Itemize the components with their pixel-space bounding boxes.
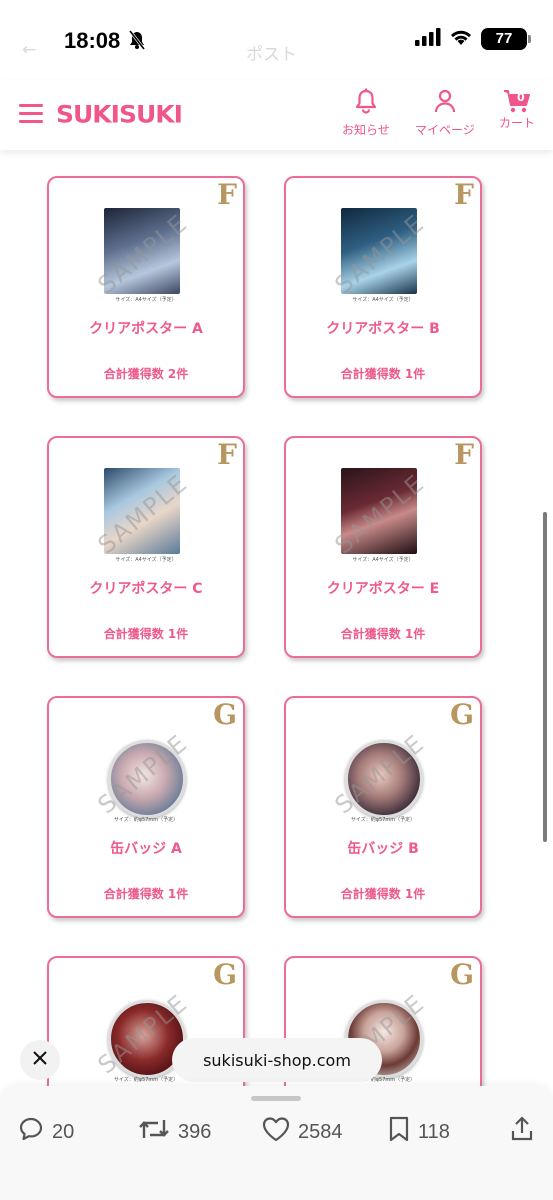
rank-label: G [213,698,237,731]
rank-label: G [450,958,474,991]
person-icon [433,88,457,121]
rank-label: F [454,178,474,211]
repost-count: 396 [178,1120,212,1143]
close-button[interactable] [20,1040,60,1080]
menu-icon[interactable] [19,104,43,124]
bell-icon [354,88,378,121]
product-image [108,740,186,818]
nav-cart[interactable]: 0 カート [499,88,535,131]
product-card[interactable]: F SAMPLE サイズ：A4サイズ（予定） クリアポスター A 合計獲得数 2… [47,176,245,398]
like-button[interactable]: 2584 [262,1116,343,1148]
site-logo[interactable]: SUKISUKI [56,101,183,129]
rank-label: F [217,438,237,471]
back-arrow-icon: ← [22,40,37,60]
product-count: 合計獲得数 1件 [340,367,426,381]
bell-muted-icon [128,30,146,54]
product-count: 合計獲得数 1件 [340,627,426,641]
product-name: クリアポスター A [89,321,203,337]
product-count: 合計獲得数 2件 [103,367,189,381]
nav-label: カート [499,116,536,130]
nav-label: お知らせ [342,123,390,137]
nav-notifications[interactable]: お知らせ [342,88,390,138]
product-spec: サイズ：A4サイズ（予定） [115,557,177,563]
share-icon [510,1116,534,1148]
product-image [345,740,423,818]
reply-icon [18,1116,44,1148]
scrollbar[interactable] [543,512,547,842]
product-spec: サイズ：約φ57mm（予定） [113,817,179,823]
product-spec: サイズ：約φ57mm（予定） [350,817,416,823]
product-count: 合計獲得数 1件 [103,887,189,901]
rank-label: G [450,698,474,731]
cart-icon: 0 [503,88,531,114]
product-card[interactable]: F SAMPLE サイズ：A4サイズ（予定） クリアポスター C 合計獲得数 1… [47,436,245,658]
overlay-title: ポスト [246,45,297,65]
link-url-pill[interactable]: sukisuki-shop.com [172,1038,382,1082]
nav-mypage[interactable]: マイページ [415,88,475,138]
product-name: 缶バッジ B [347,841,419,857]
reply-count: 20 [52,1120,75,1143]
app-header: SUKISUKI お知らせ マイページ 0 カート [0,80,553,150]
product-name: クリアポスター C [89,581,203,597]
bookmark-icon [388,1116,410,1148]
rank-label: G [213,958,237,991]
bookmark-count: 118 [418,1120,450,1143]
product-spec: サイズ：A4サイズ（予定） [352,297,414,303]
battery-indicator: 77 [481,28,531,50]
nav-label: マイページ [415,123,475,137]
action-bar: 20 396 2584 118 [0,1086,553,1200]
heart-icon [262,1116,290,1148]
product-image [104,208,180,294]
product-name: クリアポスター E [326,581,440,597]
product-count: 合計獲得数 1件 [340,887,426,901]
product-name: 缶バッジ A [110,841,182,857]
product-count: 合計獲得数 1件 [103,627,189,641]
close-icon [32,1050,48,1070]
rank-label: F [217,178,237,211]
signal-icon [415,28,441,50]
product-image [341,208,417,294]
repost-button[interactable]: 396 [138,1116,211,1148]
product-spec: サイズ：A4サイズ（予定） [352,557,414,563]
cart-count: 0 [517,91,525,104]
status-bar: ← ポスト 18:08 77 [0,0,553,80]
product-image [104,468,180,554]
repost-icon [138,1116,170,1148]
rank-label: F [454,438,474,471]
like-count: 2584 [298,1120,343,1143]
share-button[interactable] [510,1116,534,1148]
wifi-icon [449,28,473,50]
product-card[interactable]: G SAMPLE サイズ：約φ57mm（予定） 缶バッジ A 合計獲得数 1件 [47,696,245,918]
product-card[interactable]: G SAMPLE サイズ：約φ57mm（予定） 缶バッジ B 合計獲得数 1件 [284,696,482,918]
drag-handle[interactable] [251,1096,301,1101]
bookmark-button[interactable]: 118 [388,1116,450,1148]
status-time: 18:08 [64,28,121,53]
reply-button[interactable]: 20 [18,1116,74,1148]
product-spec: サイズ：A4サイズ（予定） [115,297,177,303]
product-card[interactable]: F SAMPLE サイズ：A4サイズ（予定） クリアポスター E 合計獲得数 1… [284,436,482,658]
product-card[interactable]: F SAMPLE サイズ：A4サイズ（予定） クリアポスター B 合計獲得数 1… [284,176,482,398]
product-image [341,468,417,554]
product-name: クリアポスター B [326,321,440,337]
